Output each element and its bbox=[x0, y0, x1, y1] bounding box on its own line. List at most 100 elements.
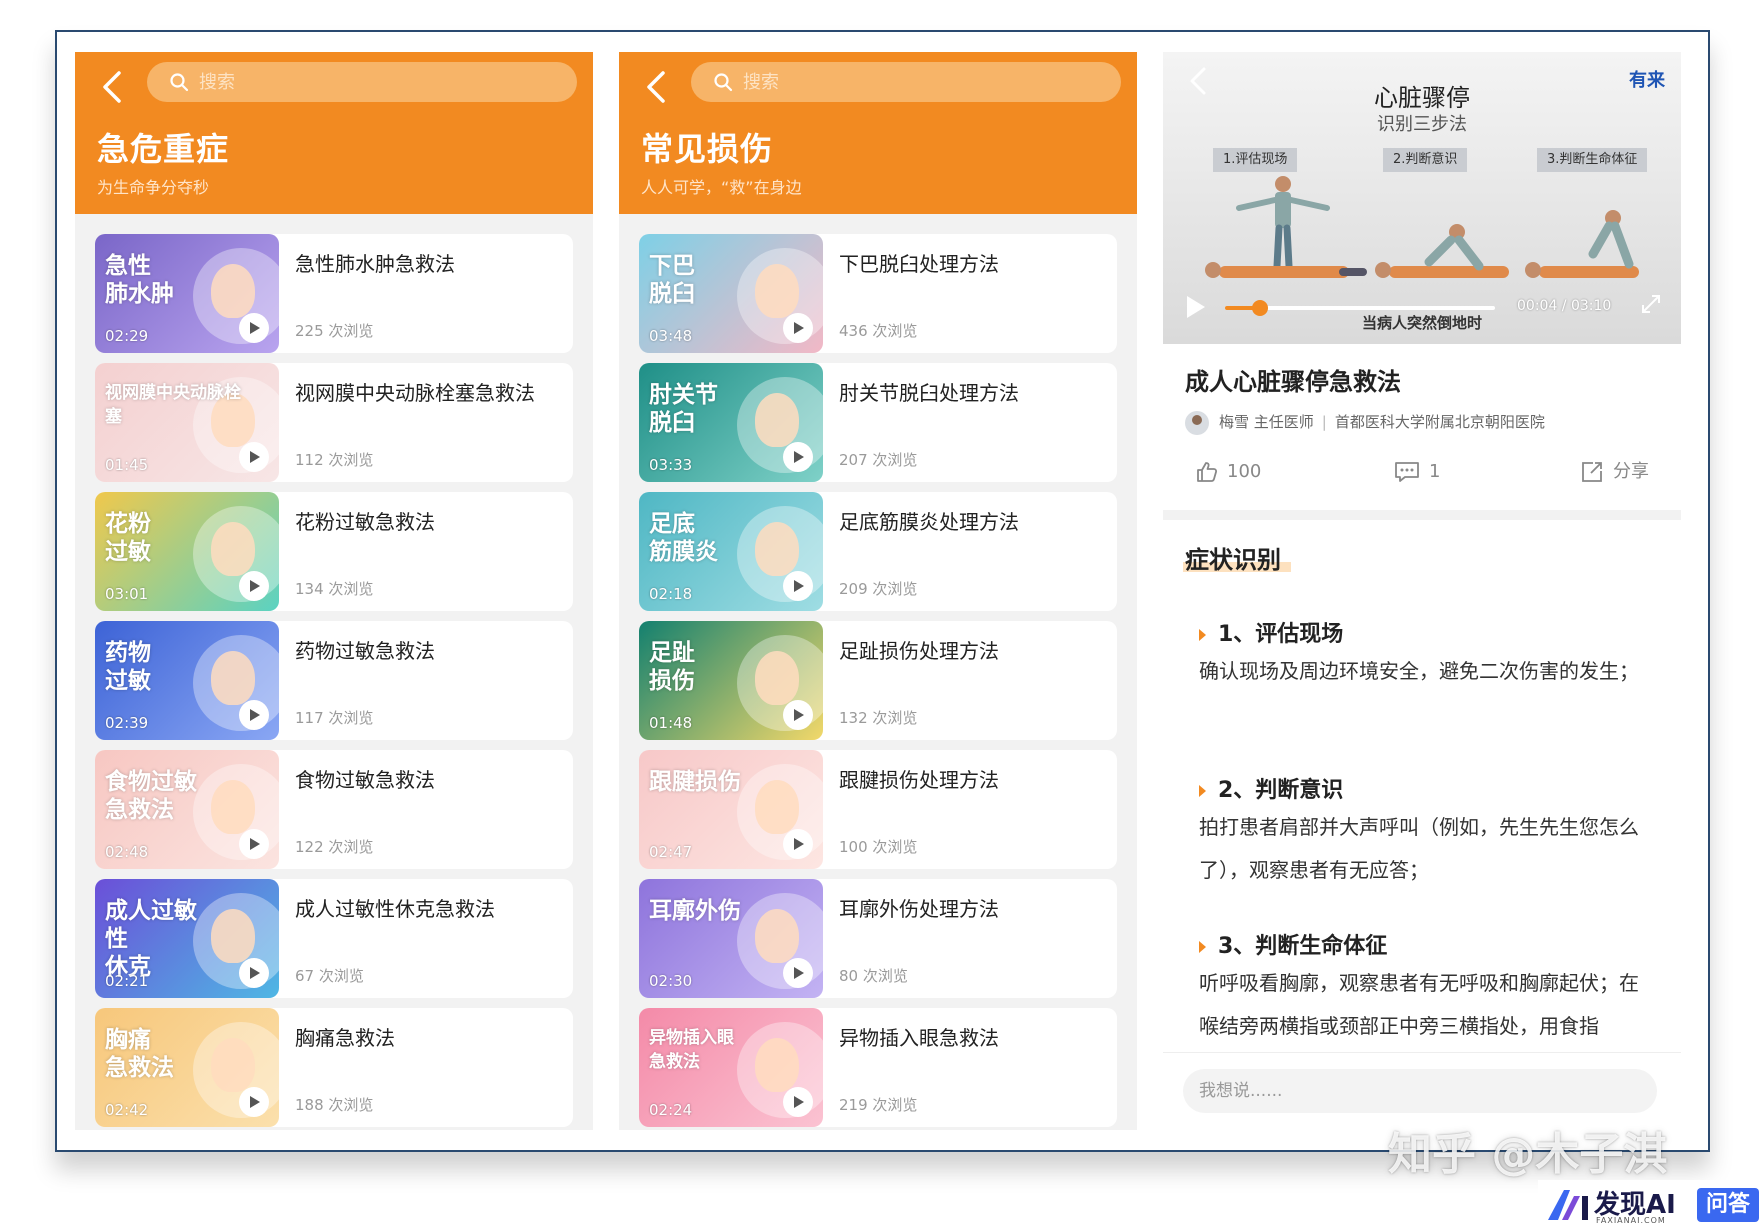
video-card[interactable]: 花粉 过敏 03:01 花粉过敏急救法 134 次浏览 bbox=[95, 492, 573, 611]
play-icon[interactable] bbox=[239, 571, 269, 601]
article-detail-screen: 有来 心脏骤停 识别三步法 1.评估现场 2.判断意识 3.判断生命体征 00:… bbox=[1163, 52, 1681, 1130]
back-button[interactable] bbox=[101, 70, 135, 104]
video-title: 胸痛急救法 bbox=[295, 1026, 395, 1050]
play-icon[interactable] bbox=[239, 958, 269, 988]
video-duration: 02:30 bbox=[649, 972, 693, 990]
comment-button[interactable]: 1 bbox=[1393, 458, 1440, 486]
video-thumbnail[interactable]: 跟腱损伤 02:47 bbox=[639, 750, 823, 869]
video-player[interactable]: 有来 心脏骤停 识别三步法 1.评估现场 2.判断意识 3.判断生命体征 00:… bbox=[1163, 52, 1681, 344]
back-button[interactable] bbox=[645, 70, 679, 104]
zhihu-watermark: 知乎 @木子淇 bbox=[1388, 1129, 1668, 1180]
avatar[interactable] bbox=[1185, 410, 1209, 435]
video-thumbnail[interactable]: 耳廓外伤 02:30 bbox=[639, 879, 823, 998]
video-title: 急性肺水肿急救法 bbox=[295, 252, 455, 276]
play-icon[interactable] bbox=[783, 571, 813, 601]
video-card[interactable]: 药物 过敏 02:39 药物过敏急救法 117 次浏览 bbox=[95, 621, 573, 740]
video-duration: 03:48 bbox=[649, 327, 693, 345]
search-input[interactable] bbox=[743, 62, 1103, 102]
video-card[interactable]: 急性 肺水肿 02:29 急性肺水肿急救法 225 次浏览 bbox=[95, 234, 573, 353]
play-icon[interactable] bbox=[239, 700, 269, 730]
video-card[interactable]: 视网膜中央动脉栓塞 01:45 视网膜中央动脉栓塞急救法 112 次浏览 bbox=[95, 363, 573, 482]
video-duration: 02:21 bbox=[105, 972, 149, 990]
video-card[interactable]: 肘关节 脱臼 03:33 肘关节脱臼处理方法 207 次浏览 bbox=[639, 363, 1117, 482]
video-thumbnail[interactable]: 成人过敏性 休克 02:21 bbox=[95, 879, 279, 998]
video-card[interactable]: 耳廓外伤 02:30 耳廓外伤处理方法 80 次浏览 bbox=[639, 879, 1117, 998]
page-title: 常见损伤 bbox=[641, 130, 774, 168]
play-icon[interactable] bbox=[783, 442, 813, 472]
thumbnail-label: 跟腱损伤 bbox=[649, 769, 741, 795]
page-subtitle: 人人可学，“救”在身边 bbox=[641, 178, 802, 197]
step-body: 拍打患者肩部并大声呼叫（例如，先生先生您怎么了），观察患者有无应答； bbox=[1199, 815, 1639, 882]
video-thumbnail[interactable]: 胸痛 急救法 02:42 bbox=[95, 1008, 279, 1127]
video-progress-bar[interactable] bbox=[1225, 300, 1495, 316]
author-row[interactable]: 梅雪 主任医师 | 首都医科大学附属北京朝阳医院 bbox=[1185, 408, 1545, 436]
video-title: 肘关节脱臼处理方法 bbox=[839, 381, 1019, 405]
video-card[interactable]: 成人过敏性 休克 02:21 成人过敏性休克急救法 67 次浏览 bbox=[95, 879, 573, 998]
video-thumbnail[interactable]: 肘关节 脱臼 03:33 bbox=[639, 363, 823, 482]
like-count: 100 bbox=[1227, 461, 1262, 482]
video-thumbnail[interactable]: 药物 过敏 02:39 bbox=[95, 621, 279, 740]
video-duration: 02:29 bbox=[105, 327, 149, 345]
author-name: 梅雪 主任医师 bbox=[1219, 413, 1314, 431]
injury-list-screen: 常见损伤 人人可学，“救”在身边 下巴脱臼 03:48 下巴脱臼处理方法 436 次浏… bbox=[619, 52, 1137, 1130]
video-thumbnail[interactable]: 异物插入眼 急救法 02:24 bbox=[639, 1008, 823, 1127]
video-title: 异物插入眼急救法 bbox=[839, 1026, 999, 1050]
video-card[interactable]: 下巴 脱臼 03:48 下巴脱臼处理方法 436 次浏览 bbox=[639, 234, 1117, 353]
thumbnail-figure bbox=[211, 1038, 255, 1092]
play-icon[interactable] bbox=[239, 442, 269, 472]
play-icon[interactable] bbox=[783, 1087, 813, 1117]
article-title: 成人心脏骤停急救法 bbox=[1185, 368, 1401, 396]
play-icon[interactable] bbox=[783, 700, 813, 730]
play-icon[interactable] bbox=[783, 958, 813, 988]
comment-icon bbox=[1395, 462, 1419, 482]
action-bar: 100 1 分享 bbox=[1163, 452, 1681, 492]
video-card[interactable]: 跟腱损伤 02:47 跟腱损伤处理方法 100 次浏览 bbox=[639, 750, 1117, 869]
thumbs-up-icon bbox=[1197, 462, 1218, 482]
comment-input[interactable] bbox=[1183, 1069, 1657, 1113]
video-thumbnail[interactable]: 急性 肺水肿 02:29 bbox=[95, 234, 279, 353]
like-button[interactable]: 100 bbox=[1195, 458, 1261, 486]
step-heading: 3、判断生命体征 bbox=[1199, 928, 1387, 960]
video-thumbnail[interactable]: 食物过敏 急救法 02:48 bbox=[95, 750, 279, 869]
view-count: 134 次浏览 bbox=[295, 580, 374, 598]
thumbnail-label: 耳廓外伤 bbox=[649, 898, 741, 924]
video-card[interactable]: 足趾 损伤 01:48 足趾损伤处理方法 132 次浏览 bbox=[639, 621, 1117, 740]
video-duration: 02:48 bbox=[105, 843, 149, 861]
share-label: 分享 bbox=[1613, 461, 1649, 482]
video-thumbnail[interactable]: 足趾 损伤 01:48 bbox=[639, 621, 823, 740]
separator: | bbox=[1321, 413, 1327, 431]
video-thumbnail[interactable]: 花粉 过敏 03:01 bbox=[95, 492, 279, 611]
video-title: 视网膜中央动脉栓塞急救法 bbox=[295, 381, 535, 405]
step-heading: 2、判断意识 bbox=[1199, 772, 1343, 804]
play-icon[interactable] bbox=[783, 829, 813, 859]
video-thumbnail[interactable]: 下巴 脱臼 03:48 bbox=[639, 234, 823, 353]
view-count: 117 次浏览 bbox=[295, 709, 374, 727]
video-title: 足趾损伤处理方法 bbox=[839, 639, 999, 663]
share-button[interactable]: 分享 bbox=[1579, 458, 1649, 486]
search-bar[interactable] bbox=[147, 62, 577, 102]
thumbnail-figure bbox=[211, 780, 255, 834]
view-count: 132 次浏览 bbox=[839, 709, 918, 727]
thumbnail-figure bbox=[755, 264, 799, 318]
video-card[interactable]: 胸痛 急救法 02:42 胸痛急救法 188 次浏览 bbox=[95, 1008, 573, 1127]
thumbnail-figure bbox=[755, 651, 799, 705]
search-icon bbox=[714, 73, 733, 92]
video-card[interactable]: 异物插入眼 急救法 02:24 异物插入眼急救法 219 次浏览 bbox=[639, 1008, 1117, 1127]
video-thumbnail[interactable]: 视网膜中央动脉栓塞 01:45 bbox=[95, 363, 279, 482]
search-bar[interactable] bbox=[691, 62, 1121, 102]
share-icon bbox=[1582, 462, 1602, 482]
play-icon[interactable] bbox=[239, 1087, 269, 1117]
video-card[interactable]: 食物过敏 急救法 02:48 食物过敏急救法 122 次浏览 bbox=[95, 750, 573, 869]
view-count: 225 次浏览 bbox=[295, 322, 374, 340]
play-icon[interactable] bbox=[239, 829, 269, 859]
thumbnail-figure bbox=[211, 909, 255, 963]
play-icon[interactable] bbox=[783, 313, 813, 343]
play-icon[interactable] bbox=[239, 313, 269, 343]
thumbnail-label: 成人过敏性 休克 bbox=[105, 898, 197, 980]
video-thumbnail[interactable]: 足底 筋膜炎 02:18 bbox=[639, 492, 823, 611]
faxian-watermark: 发现AI FAXIANAI.COM 问答 bbox=[1538, 1180, 1763, 1230]
video-card[interactable]: 足底 筋膜炎 02:18 足底筋膜炎处理方法 209 次浏览 bbox=[639, 492, 1117, 611]
search-input[interactable] bbox=[199, 62, 559, 102]
view-count: 209 次浏览 bbox=[839, 580, 918, 598]
emergency-list-screen: 急危重症 为生命争分夺秒 急性肺水肿 02:29 急性肺水肿急救法 225 次浏览视网… bbox=[75, 52, 593, 1130]
